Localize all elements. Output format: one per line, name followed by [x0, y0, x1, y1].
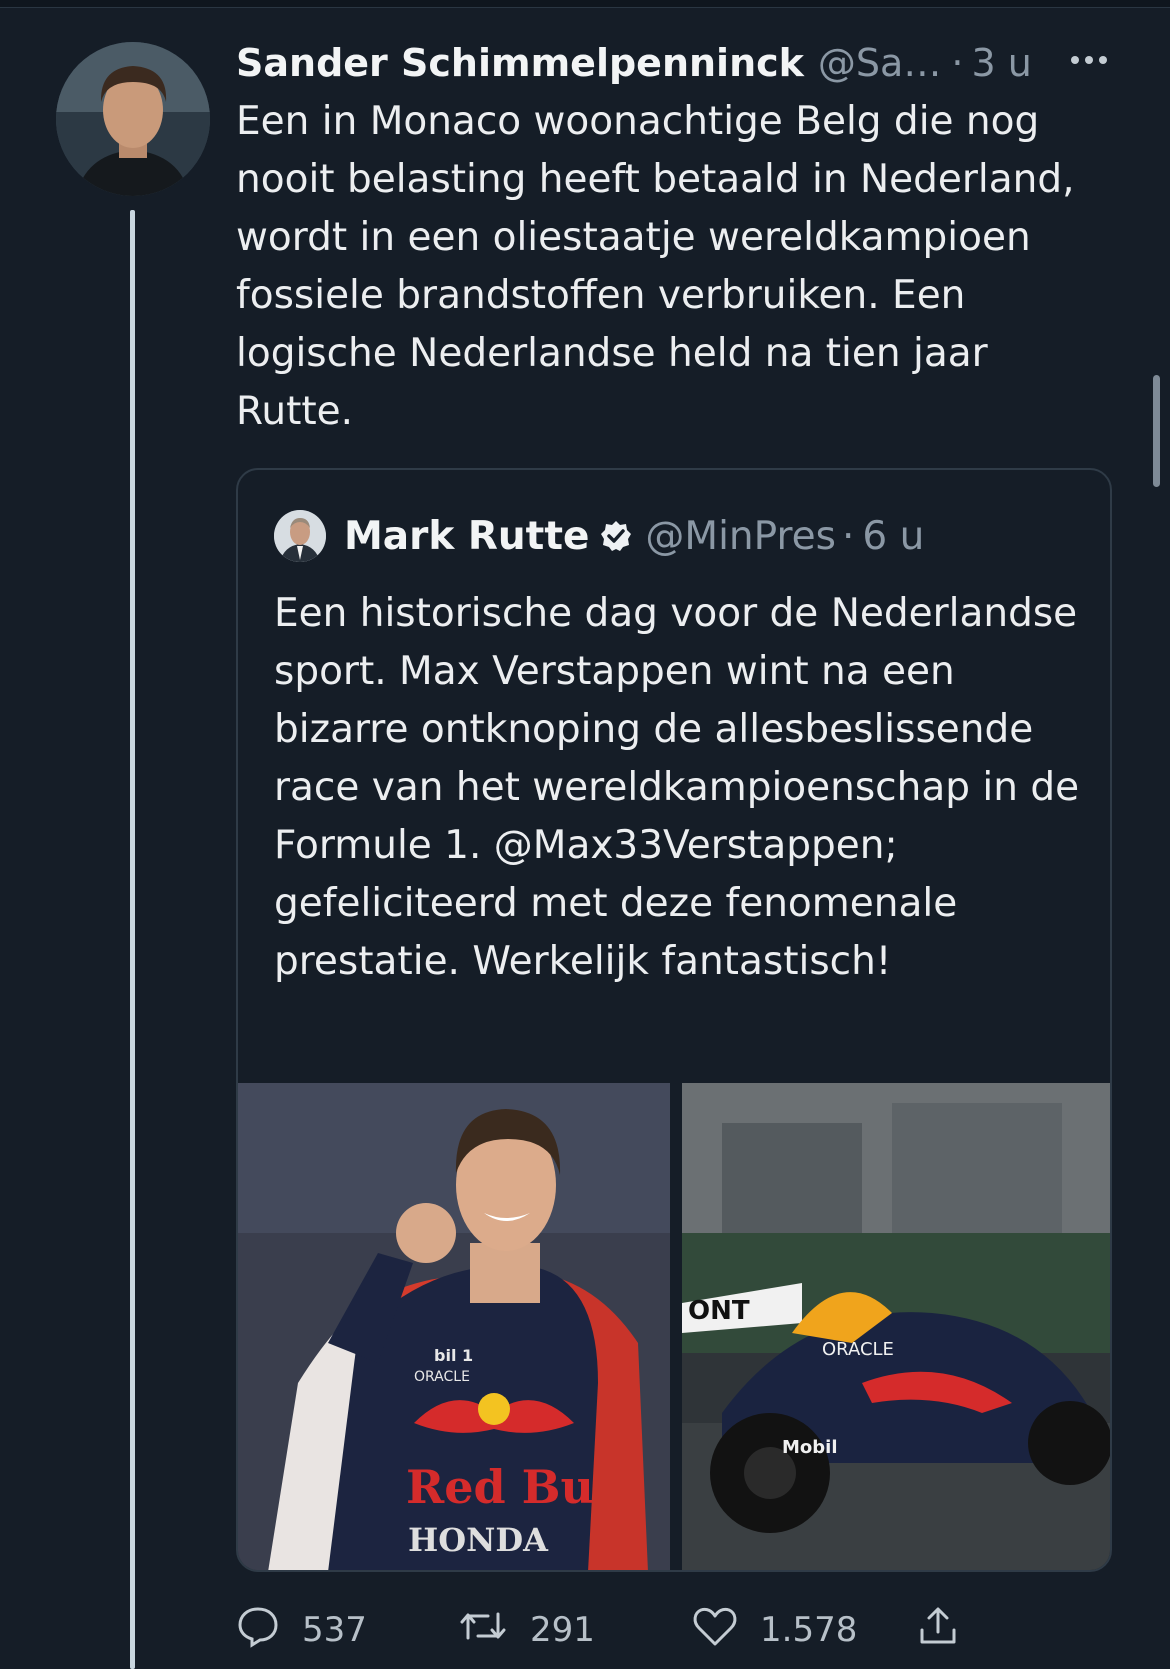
like-count: 1.578	[760, 1610, 858, 1650]
svg-text:Mobil: Mobil	[782, 1437, 838, 1458]
photo-f1-car[interactable]: ONT ORACLE Mobil	[682, 1083, 1110, 1570]
quoted-tweet[interactable]: Mark Rutte @MinPres · 6 u Een historisch…	[236, 468, 1112, 1572]
photo-divider	[670, 1083, 682, 1570]
quoted-tweet-text: Een historische dag voor de Nederlandse …	[274, 591, 1080, 984]
svg-text:ORACLE: ORACLE	[414, 1369, 470, 1385]
tweet-actions: 537 291 1.578	[236, 1600, 956, 1660]
like-button[interactable]: 1.578	[692, 1600, 857, 1660]
svg-text:Red Bu: Red Bu	[406, 1460, 594, 1514]
retweet-count: 291	[530, 1610, 595, 1650]
quoted-author-avatar[interactable]	[274, 510, 326, 562]
quoted-author-handle[interactable]: @MinPres	[645, 514, 836, 559]
quoted-separator-dot: ·	[841, 513, 855, 559]
svg-text:HONDA: HONDA	[408, 1521, 549, 1559]
tweet-text: Een in Monaco woonachtige Belg die nog n…	[236, 99, 1075, 434]
share-icon	[916, 1604, 982, 1657]
photo-driver-celebrating[interactable]: Red Bu HONDA bil 1 ORACLE	[238, 1083, 670, 1570]
reply-icon	[236, 1604, 302, 1657]
author-avatar[interactable]	[56, 42, 210, 196]
share-button[interactable]	[916, 1600, 982, 1660]
top-divider	[0, 0, 1170, 8]
scrollbar[interactable]	[1153, 375, 1160, 487]
heart-icon	[692, 1604, 760, 1657]
tweet-header: Sander Schimmelpenninck @Sa… · 3 u	[236, 38, 1032, 88]
author-handle[interactable]: @Sa…	[818, 41, 941, 85]
quoted-tweet-header: Mark Rutte @MinPres · 6 u	[274, 508, 924, 564]
quoted-tweet-time[interactable]: 6 u	[862, 514, 924, 559]
tweet-time[interactable]: 3 u	[971, 41, 1031, 85]
quoted-author-name[interactable]: Mark Rutte	[344, 514, 589, 559]
author-name[interactable]: Sander Schimmelpenninck	[236, 41, 804, 85]
reply-count: 537	[302, 1610, 367, 1650]
quoted-tweet-photos: Red Bu HONDA bil 1 ORACLE ONT ORACLE Mob…	[238, 1083, 1110, 1570]
ellipsis-icon[interactable]	[1064, 40, 1114, 80]
verified-badge-icon	[599, 519, 633, 553]
retweet-button[interactable]: 291	[458, 1600, 595, 1660]
svg-text:ORACLE: ORACLE	[822, 1339, 894, 1360]
svg-text:bil 1: bil 1	[434, 1346, 473, 1365]
svg-text:ONT: ONT	[688, 1296, 750, 1326]
retweet-icon	[458, 1604, 530, 1657]
reply-button[interactable]: 537	[236, 1600, 367, 1660]
separator-dot: ·	[951, 41, 964, 85]
thread-line	[130, 210, 135, 1669]
